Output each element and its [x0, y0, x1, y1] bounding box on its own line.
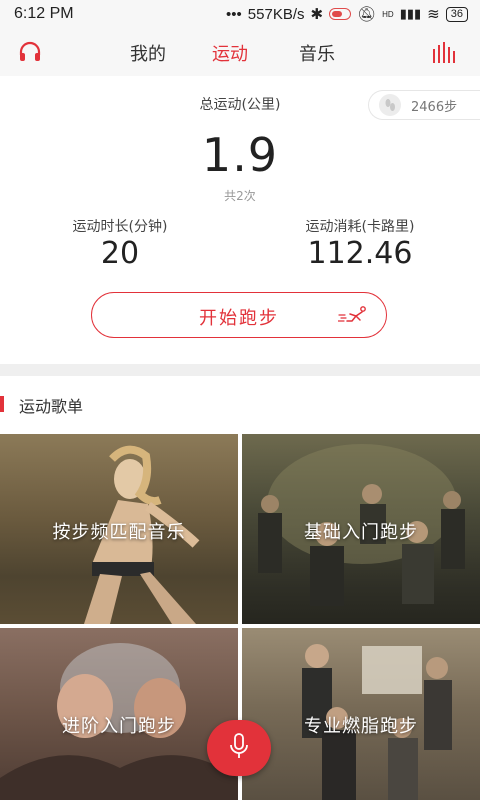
- playlist-tile-fatburn[interactable]: 专业燃脂跑步: [242, 628, 480, 800]
- playlist-tile-label: 基础入门跑步: [304, 522, 418, 543]
- session-count: 共2次: [224, 189, 256, 203]
- wifi-icon: ≋: [427, 6, 440, 23]
- calories-value: 112.46: [307, 236, 413, 271]
- section-divider: [0, 364, 480, 376]
- total-distance-value: 1.9: [201, 128, 279, 182]
- playlist-tile-cadence[interactable]: 按步频匹配音乐: [0, 434, 238, 624]
- status-bar: 6:12 PM ••• 557KB/s ✱ 🔕︎ HD ▮▮▮ ≋ 36: [0, 0, 480, 30]
- section-accent-bar: [0, 396, 4, 412]
- playlist-tile-label: 专业燃脂跑步: [304, 716, 418, 737]
- dots-icon: •••: [226, 5, 242, 23]
- runner-icon: [337, 306, 368, 328]
- tab-mine[interactable]: 我的: [130, 40, 166, 66]
- status-icons: ••• 557KB/s ✱ 🔕︎ HD ▮▮▮ ≋ 36: [226, 5, 468, 23]
- network-speed: 557KB/s: [247, 5, 305, 23]
- status-time: 6:12 PM: [14, 5, 74, 22]
- signal-label: HD: [382, 9, 394, 19]
- playlist-tile-advanced[interactable]: 进阶入门跑步: [0, 628, 238, 800]
- mute-icon: 🔕︎: [357, 6, 377, 23]
- playlist-tile-basic[interactable]: 基础入门跑步: [242, 434, 480, 624]
- playlist-tile-label: 进阶入门跑步: [62, 716, 176, 737]
- signal-icon: ▮▮▮: [399, 6, 422, 21]
- bluetooth-icon: ✱: [310, 6, 324, 23]
- duration-label: 运动时长(分钟): [72, 219, 168, 235]
- tab-sport[interactable]: 运动: [212, 40, 248, 66]
- battery-icon: 36: [445, 6, 468, 22]
- total-distance-label: 总运动(公里): [199, 97, 281, 113]
- bars-icon[interactable]: [432, 41, 456, 69]
- power-save-icon: [329, 8, 352, 20]
- microphone-icon: [229, 733, 249, 763]
- calories-label: 运动消耗(卡路里): [305, 219, 415, 235]
- duration-value: 20: [100, 236, 140, 271]
- playlist-section-title: 运动歌单: [19, 397, 84, 416]
- voice-search-button[interactable]: [207, 720, 271, 776]
- top-nav: 我的 运动 音乐: [0, 30, 480, 76]
- sport-summary: 2466步 总运动(公里) 1.9 共2次 运动时长(分钟) 20 运动消耗(卡…: [0, 76, 480, 364]
- headphones-icon[interactable]: [18, 41, 42, 67]
- tab-music[interactable]: 音乐: [299, 40, 335, 66]
- playlist-section-header: 运动歌单: [0, 376, 480, 434]
- playlist-tile-label: 按步频匹配音乐: [52, 522, 186, 543]
- start-running-button[interactable]: 开始跑步: [91, 292, 387, 338]
